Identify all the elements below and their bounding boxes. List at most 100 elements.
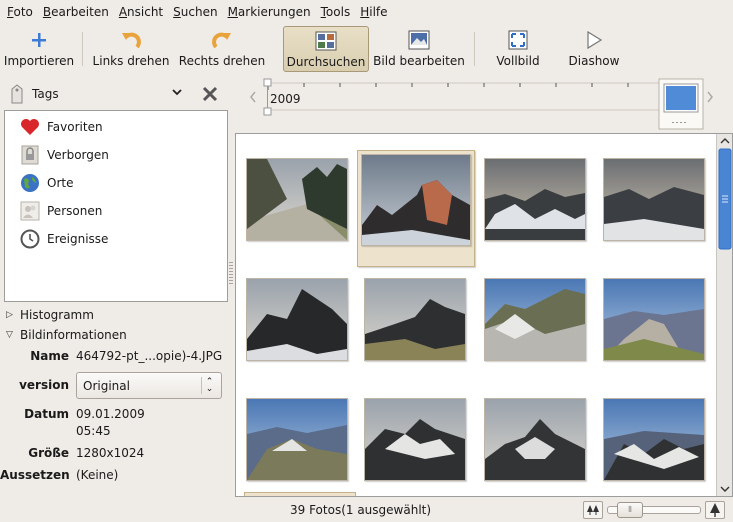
menu-markierungen[interactable]: Markierungen: [223, 0, 316, 24]
people-icon: [20, 201, 40, 221]
toolbar: Importieren Links drehen Rechts drehen D…: [0, 24, 733, 76]
tag-item-people[interactable]: Personen: [5, 197, 227, 225]
exposure-value: (Keine): [76, 468, 119, 482]
menu-foto[interactable]: Foto: [2, 0, 38, 24]
tag-item-label: Ereignisse: [47, 232, 109, 246]
scrollbar-graphic: [718, 138, 732, 492]
photo-thumbnail[interactable]: [603, 278, 705, 361]
tag-item-label: Orte: [47, 176, 74, 190]
rotate-left-label: Links drehen: [92, 54, 170, 68]
browse-icon: [315, 31, 337, 51]
plus-icon: [32, 33, 46, 47]
photo-thumbnail-selected[interactable]: [361, 154, 471, 246]
close-tags-button[interactable]: [200, 84, 220, 107]
photo-thumbnail[interactable]: [246, 398, 348, 481]
tag-item-label: Personen: [47, 204, 103, 218]
menubar: Foto Bearbeiten Ansicht Suchen Markierun…: [0, 0, 733, 24]
menu-bearbeiten[interactable]: Bearbeiten: [38, 0, 114, 24]
photo-thumbnail[interactable]: [603, 158, 705, 241]
timeline-year: 2009: [270, 92, 301, 106]
rotate-left-button[interactable]: Links drehen: [92, 26, 170, 72]
zoom-slider-handle[interactable]: ⦀: [617, 502, 643, 518]
tags-dropdown[interactable]: [170, 84, 184, 103]
thumbnail-grid: [235, 133, 733, 497]
photo-thumbnail[interactable]: [364, 278, 466, 361]
zoom-out-button[interactable]: [583, 501, 603, 519]
rotate-right-button[interactable]: Rechts drehen: [178, 26, 266, 72]
menu-ansicht[interactable]: Ansicht: [114, 0, 168, 24]
time-value: 05:45: [76, 424, 111, 438]
tags-header: Tags: [4, 82, 228, 106]
tag-item-favorites[interactable]: Favoriten: [5, 113, 227, 141]
image-info-label: Bildinformationen: [20, 328, 127, 342]
zoom-in-button[interactable]: [705, 501, 725, 519]
timeline[interactable]: 2009: [246, 78, 726, 130]
menu-suchen[interactable]: Suchen: [168, 0, 222, 24]
tags-list: Favoriten Verborgen Orte Personen Ereign…: [4, 110, 228, 302]
photo-thumbnail[interactable]: [484, 158, 586, 241]
globe-icon: [21, 174, 39, 192]
large-tree-icon: [710, 503, 720, 517]
image-info-expander[interactable]: ▽ Bildinformationen: [6, 328, 127, 342]
size-label: Größe: [28, 446, 69, 460]
fullscreen-label: Vollbild: [496, 54, 540, 68]
vertical-scrollbar[interactable]: [716, 134, 732, 496]
clock-icon: [20, 229, 40, 249]
version-label: version: [19, 378, 69, 392]
heart-icon: [21, 119, 39, 135]
rotate-right-label: Rechts drehen: [178, 54, 266, 68]
photo-count: 39 Fotos(1 ausgewählt): [290, 503, 432, 517]
close-icon: [202, 86, 218, 102]
tags-title: Tags: [32, 87, 59, 101]
small-trees-icon: [587, 505, 599, 515]
status-bar: 39 Fotos(1 ausgewählt) ⦀: [235, 500, 733, 522]
date-value: 09.01.2009: [76, 407, 145, 421]
tag-icon: [11, 84, 23, 104]
version-value: Original: [83, 378, 130, 393]
edit-image-label: Bild bearbeiten: [373, 54, 465, 68]
fullscreen-button[interactable]: Vollbild: [490, 26, 546, 72]
rotate-left-icon: [122, 32, 141, 49]
play-icon: [587, 30, 603, 50]
browse-button[interactable]: Durchsuchen: [283, 26, 369, 72]
photo-thumbnail[interactable]: [364, 398, 466, 481]
slideshow-label: Diashow: [568, 54, 620, 68]
photo-thumbnail[interactable]: [246, 278, 348, 361]
triangle-right-icon: ▷: [6, 310, 13, 320]
rotate-right-icon: [212, 32, 231, 49]
slideshow-button[interactable]: Diashow: [564, 26, 624, 72]
photo-thumbnail[interactable]: [484, 278, 586, 361]
spin-arrows-icon: ⌃ ⌄: [201, 377, 217, 394]
photo-thumbnail[interactable]: [603, 398, 705, 481]
triangle-down-icon: ▽: [6, 330, 13, 340]
date-label: Datum: [24, 407, 69, 421]
menu-hilfe[interactable]: Hilfe: [355, 0, 392, 24]
histogram-expander[interactable]: ▷ Histogramm: [6, 308, 94, 322]
tag-item-label: Favoriten: [47, 120, 103, 134]
exposure-label: Aussetzen: [0, 468, 70, 482]
chevron-down-icon: [172, 89, 182, 96]
edit-image-button[interactable]: Bild bearbeiten: [373, 26, 465, 72]
timeline-graphic: [250, 78, 713, 130]
menu-tools[interactable]: Tools: [316, 0, 356, 24]
tag-item-places[interactable]: Orte: [5, 169, 227, 197]
pane-resize-handle[interactable]: [229, 262, 233, 286]
edit-image-icon: [408, 30, 430, 50]
fullscreen-icon: [508, 30, 528, 50]
tag-item-events[interactable]: Ereignisse: [5, 225, 227, 253]
histogram-label: Histogramm: [20, 308, 94, 322]
import-label: Importieren: [3, 54, 75, 68]
browse-label: Durchsuchen: [286, 55, 366, 69]
tag-item-hidden[interactable]: Verborgen: [5, 141, 227, 169]
version-select[interactable]: Original ⌃ ⌄: [76, 372, 222, 399]
import-button[interactable]: Importieren: [4, 26, 74, 72]
photo-thumbnail[interactable]: [484, 398, 586, 481]
next-row-thumbnail[interactable]: [244, 492, 356, 496]
size-value: 1280x1024: [76, 446, 145, 460]
zoom-slider[interactable]: ⦀: [607, 502, 701, 518]
lock-icon: [21, 145, 39, 165]
tag-item-label: Verborgen: [47, 148, 109, 162]
photo-thumbnail[interactable]: [246, 158, 348, 241]
name-value: 464792-pt_...opie)-4.JPG: [76, 349, 223, 363]
name-label: Name: [30, 349, 69, 363]
